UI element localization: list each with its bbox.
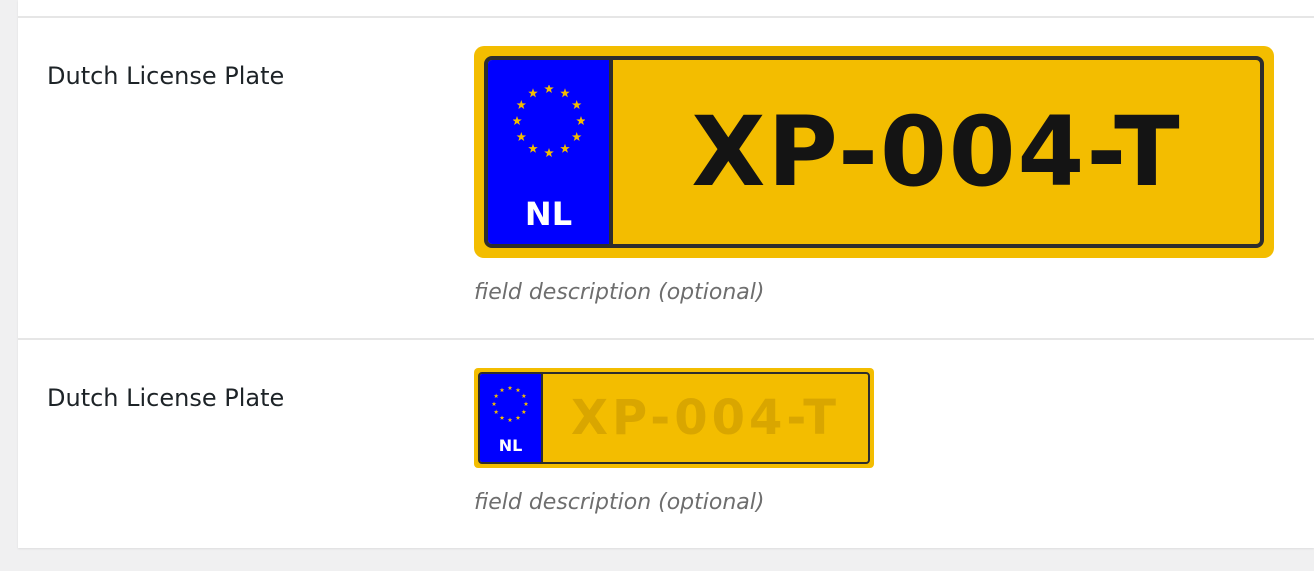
license-plate-small: NL xyxy=(474,368,874,468)
top-divider xyxy=(18,16,1314,18)
license-plate-input[interactable] xyxy=(543,374,868,462)
license-plate-input[interactable] xyxy=(613,60,1260,244)
eu-band: NL xyxy=(480,374,543,462)
field-description: field description (optional) xyxy=(474,280,765,305)
eu-band: NL xyxy=(488,60,613,244)
plate-frame: NL xyxy=(484,56,1264,248)
field-label: Dutch License Plate xyxy=(47,62,285,90)
eu-stars-icon xyxy=(513,85,585,157)
row-divider xyxy=(18,338,1314,340)
field-label: Dutch License Plate xyxy=(47,384,285,412)
country-code: NL xyxy=(498,436,523,455)
eu-stars-icon xyxy=(492,386,528,422)
plate-frame: NL xyxy=(478,372,870,464)
field-description: field description (optional) xyxy=(474,490,765,515)
country-code: NL xyxy=(524,195,573,233)
settings-panel: Dutch License Plate NL XP-004-T field de… xyxy=(18,0,1314,548)
license-plate-large: NL xyxy=(474,46,1274,258)
